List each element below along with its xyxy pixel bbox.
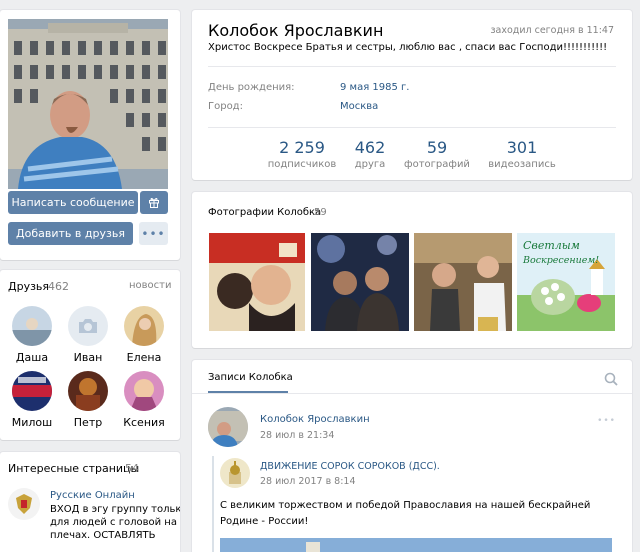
interesting-title[interactable]: Интересные страницы [8,462,139,475]
friend-name[interactable]: Даша [4,351,60,364]
more-actions-button[interactable]: ••• [139,222,168,245]
photo-image: Светлым Воскресением! [517,233,615,331]
divider [208,127,616,128]
repost-avatar[interactable] [220,458,250,488]
repost-author[interactable]: ДВИЖЕНИЕ СОРОК СОРОКОВ (ДСС). [260,461,440,472]
avatar-card: Написать сообщение Добавить в друзья ••• [0,10,180,260]
friends-news-link[interactable]: новости [129,280,172,291]
page-desc-line-2: для людей с головой на [50,517,177,528]
friends-card: Друзья 462 новости Даша Иван Елена Милош… [0,270,180,440]
photo-caption-line-1: Светлым [523,239,580,252]
repost-left-border [212,456,214,552]
friend-name[interactable]: Петр [60,416,116,429]
friend-avatar-ivan[interactable] [68,306,108,346]
wall-card: Записи Колобка Колобок Ярославкин 28 июл… [192,360,632,552]
send-message-button[interactable]: Написать сообщение [8,191,138,214]
post-author-avatar[interactable] [208,407,248,447]
friend-avatar-petr[interactable] [68,371,108,411]
repost-time[interactable]: 28 июл 2017 в 8:14 [260,476,356,487]
photo-thumbnail-4[interactable]: Светлым Воскресением! [517,233,615,331]
avatar-image [208,407,248,447]
last-seen: заходил сегодня в 11:47 [490,25,614,36]
friend-name[interactable]: Милош [4,416,60,429]
post-time[interactable]: 28 июл в 21:34 [260,430,334,441]
friends-title[interactable]: Друзья [8,280,49,293]
camera-icon [79,319,97,333]
friend-name[interactable]: Елена [116,351,172,364]
friend-avatar-dasha[interactable] [12,306,52,346]
coat-of-arms-icon [8,488,40,520]
repost-text: С великим торжеством и победой Православ… [220,500,591,527]
more-dots-icon: ••• [141,226,166,241]
stat-value: 462 [354,138,386,157]
stat-label: подписчиков [267,159,337,170]
profile-photo-image [8,19,168,189]
profile-status[interactable]: Христос Воскресе Братья и сестры, люблю … [208,42,607,53]
wall-search-button[interactable] [604,372,618,386]
city-value[interactable]: Москва [340,101,378,112]
friends-count: 462 [48,280,69,293]
birthday-value[interactable]: 9 мая 1985 г. [340,82,409,93]
stat-value: 301 [506,138,538,157]
stat-label: друга [354,159,386,170]
photo-image [414,233,512,331]
gift-icon [149,197,159,208]
friend-photo [68,371,108,411]
add-friend-label: Добавить в друзья [16,227,125,240]
page-avatar[interactable] [8,488,40,520]
photo-caption-line-2: Воскресением! [522,255,599,266]
photo-image [311,233,409,331]
interesting-count: 54 [125,462,139,475]
gift-button[interactable] [140,191,168,214]
birthday-label: День рождения: [208,82,295,93]
divider [208,66,616,67]
profile-photo[interactable] [8,19,168,189]
friend-photo [12,371,52,411]
interesting-pages-card: Интересные страницы 54 Русские Онлайн ВХ… [0,452,180,552]
city-label: Город: [208,101,243,112]
profile-name: Колобок Ярославкин [208,21,384,40]
page-name[interactable]: Русские Онлайн [50,490,135,501]
stat-label: видеозапись [488,159,556,170]
photo-image [209,233,305,331]
wall-tab[interactable]: Записи Колобка [208,372,293,383]
friend-photo [12,306,52,346]
repost-image-preview [220,538,612,552]
stat-label: фотографий [404,159,470,170]
profile-info-card: Колобок Ярославкин заходил сегодня в 11:… [192,10,632,180]
photo-thumbnail-2[interactable] [311,233,409,331]
photos-count: 59 [314,207,327,218]
divider [192,393,632,394]
friend-photo [124,306,164,346]
friend-photo [124,371,164,411]
page-desc-line-1: ВХОД в эгу группу только [50,504,180,515]
add-friend-button[interactable]: Добавить в друзья [8,222,133,245]
friend-avatar-milosh[interactable] [12,371,52,411]
stat-value: 59 [426,138,448,157]
page-desc-line-3: плечах. ОСТАВЛЯТЬ [50,530,156,541]
post-more-icon[interactable]: ••• [597,416,616,426]
stat-value: 2 259 [279,138,325,157]
friend-name[interactable]: Иван [60,351,116,364]
send-message-label: Написать сообщение [11,196,135,209]
friend-name[interactable]: Ксения [116,416,172,429]
friend-avatar-kseniya[interactable] [124,371,164,411]
photos-title[interactable]: Фотографии Колобка [208,207,321,218]
repost-image[interactable] [220,538,612,552]
church-icon [220,458,250,488]
photo-thumbnail-1[interactable] [209,233,305,331]
friend-avatar-elena[interactable] [124,306,164,346]
post-author[interactable]: Колобок Ярославкин [260,414,370,425]
photo-thumbnail-3[interactable] [414,233,512,331]
search-icon [604,372,618,386]
